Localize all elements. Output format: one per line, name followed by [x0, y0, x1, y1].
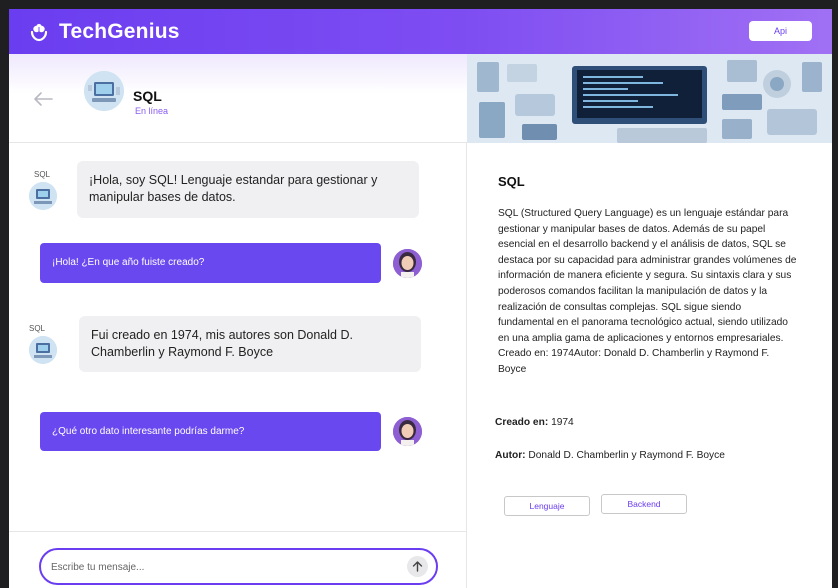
chat-contact-name: SQL — [133, 88, 162, 104]
bot-avatar — [29, 336, 57, 364]
details-description: SQL (Structured Query Language) es un le… — [498, 206, 798, 378]
message-input[interactable] — [51, 558, 381, 576]
summary-line: Creado en: 1974Autor: Donald D. Chamberl… — [498, 348, 770, 375]
bot-message-bubble: ¡Hola, soy SQL! Lenguaje estandar para g… — [77, 161, 419, 218]
sql-avatar — [84, 71, 124, 111]
author-label: Autor: — [495, 450, 526, 461]
created-value: 1974 — [551, 417, 574, 428]
message-input-wrapper — [39, 548, 438, 585]
user-message-bubble: ¡Hola! ¿En que año fuiste creado? — [40, 243, 381, 283]
composer — [9, 531, 467, 588]
top-bar: TechGenius Api — [9, 9, 832, 54]
bot-avatar — [29, 182, 57, 210]
created-label: Creado en: — [495, 417, 549, 428]
api-button[interactable]: Api — [749, 21, 812, 41]
bot-sender-label: SQL — [34, 170, 51, 179]
back-arrow-icon[interactable] — [33, 91, 53, 107]
details-title: SQL — [498, 174, 525, 189]
author-row: Autor: Donald D. Chamberlin y Raymond F.… — [495, 450, 725, 461]
tag-lenguaje[interactable]: Lenguaje — [504, 496, 590, 516]
chat-panel: SQL En línea SQL ¡Hola, soy SQL! Lenguaj… — [9, 54, 467, 588]
brand-title: TechGenius — [59, 20, 180, 43]
brain-hand-logo-icon — [30, 23, 48, 42]
author-value: Donald D. Chamberlin y Raymond F. Boyce — [528, 450, 725, 461]
user-avatar — [393, 249, 422, 278]
send-button[interactable] — [407, 556, 428, 577]
bot-message-bubble: Fui creado en 1974, mis autores son Dona… — [79, 316, 421, 372]
created-row: Creado en: 1974 — [495, 417, 574, 428]
online-status: En línea — [135, 106, 169, 116]
chat-header: SQL En línea — [9, 54, 467, 143]
user-message-bubble: ¿Qué otro dato interesante podrías darme… — [40, 412, 381, 451]
description-text: SQL (Structured Query Language) es un le… — [498, 208, 797, 344]
tag-backend[interactable]: Backend — [601, 494, 687, 514]
user-avatar — [393, 417, 422, 446]
app-window: TechGenius Api SQL En línea SQL ¡Hola, s… — [9, 9, 832, 588]
sql-hero-illustration — [467, 54, 832, 143]
arrow-up-icon — [412, 561, 423, 572]
details-panel: SQL SQL (Structured Query Language) es u… — [467, 54, 832, 588]
bot-sender-label: SQL — [29, 324, 46, 333]
